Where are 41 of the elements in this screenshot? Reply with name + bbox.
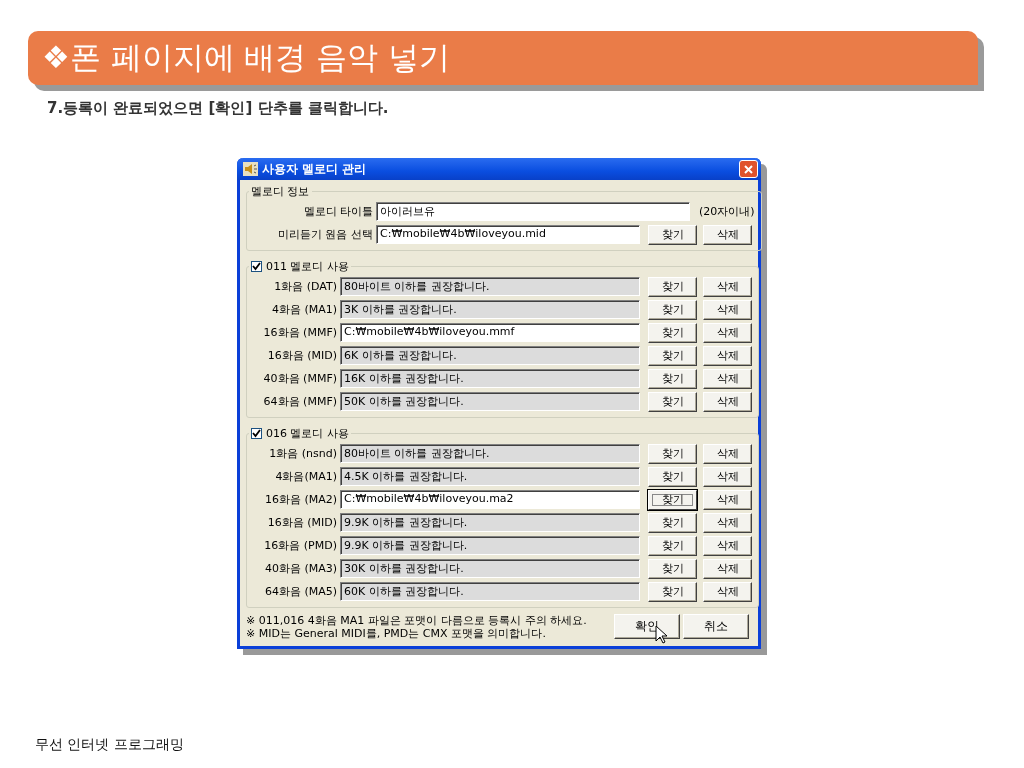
field-label: 16화음 (MID)	[266, 348, 337, 363]
instruction-text: 7.등록이 완료되었으면 [확인] 단추를 클릭합니다.	[47, 99, 390, 118]
input-field[interactable]: C:₩mobile₩4b₩iloveyou.ma2	[340, 490, 640, 509]
dialog-button[interactable]: 삭제	[703, 489, 752, 510]
field-label: 16화음 (MA2)	[263, 492, 337, 507]
footer-text: 무선 인터넷 프로그래밍	[35, 736, 184, 754]
note-text: ※ 011,016 4화음 MA1 파일은 포맷이 다름으로 등록시 주의 하세요.	[246, 614, 588, 627]
dialog-button[interactable]: 삭제	[703, 224, 752, 245]
input-field[interactable]: C:₩mobile₩4b₩iloveyou.mmf	[340, 323, 640, 342]
dialog-button[interactable]: 찾기	[648, 224, 697, 245]
window-title: 사용자 멜로디 관리	[262, 160, 368, 178]
speaker-icon	[243, 162, 258, 176]
field-label: 1화음 (nsnd)	[268, 446, 337, 461]
dialog-button[interactable]: 찾기	[648, 489, 697, 510]
field-label: 40화음 (MA3)	[263, 561, 337, 576]
input-field[interactable]: 아이러브유	[376, 202, 690, 221]
field-label: 40화음 (MMF)	[262, 371, 337, 386]
field-label: 64화음 (MMF)	[262, 394, 337, 409]
group-title: 멜로디 정보	[250, 184, 311, 199]
hint-text: (20자이내)	[699, 204, 755, 219]
checkbox[interactable]	[251, 428, 262, 439]
field-label: 64화음 (MA5)	[263, 584, 337, 599]
dialog-button[interactable]: 취소	[683, 614, 749, 639]
field-label: 16화음 (PMD)	[263, 538, 337, 553]
field-label: 4화음(MA1)	[274, 469, 337, 484]
checkbox[interactable]	[251, 261, 262, 272]
mouse-cursor-icon	[655, 625, 667, 644]
dialog-button[interactable]: 찾기	[648, 322, 697, 343]
field-label: 16화음 (MID)	[266, 515, 337, 530]
field-label: 1화음 (DAT)	[273, 279, 337, 294]
checkbox-label: 011 멜로디 사용	[266, 259, 349, 274]
field-label: 16화음 (MMF)	[262, 325, 337, 340]
input-field[interactable]: C:₩mobile₩4b₩iloveyou.mid	[376, 225, 640, 244]
field-label: 멜로디 타이틀	[302, 204, 373, 219]
field-label: 4화음 (MA1)	[270, 302, 337, 317]
close-icon	[743, 163, 754, 175]
field-label: 미리듣기 원음 선택	[277, 227, 373, 242]
note-text: ※ MID는 General MIDI를, PMD는 CMX 포맷을 의미합니다.	[246, 627, 547, 640]
close-button[interactable]	[739, 160, 758, 178]
dialog-button[interactable]: 삭제	[703, 322, 752, 343]
checkbox-label: 016 멜로디 사용	[266, 426, 349, 441]
